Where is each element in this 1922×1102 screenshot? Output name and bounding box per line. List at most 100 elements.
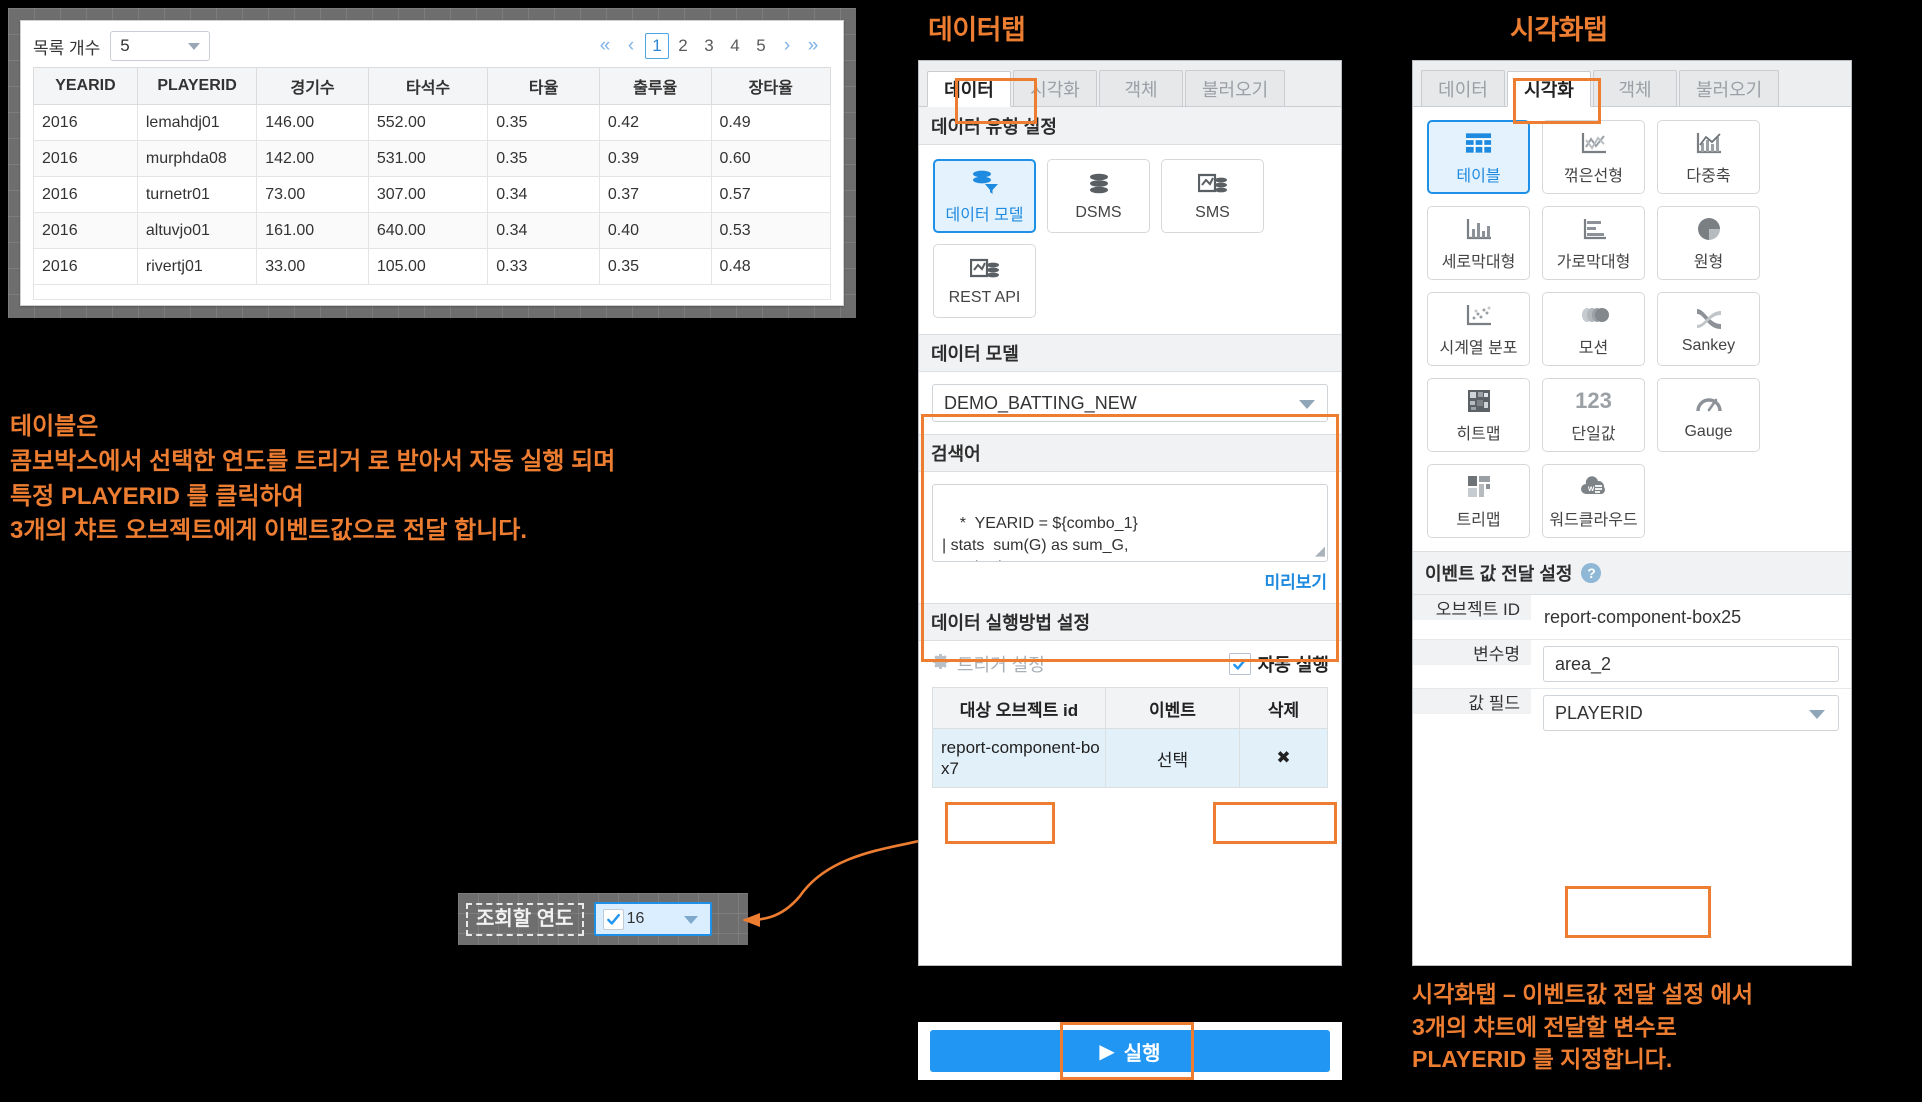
auto-run-toggle[interactable]: 자동 실행 (1228, 651, 1329, 677)
tile-single-value[interactable]: 123 단일값 (1542, 378, 1645, 452)
pie-chart-icon (1696, 215, 1722, 243)
trigger-settings-label: 트리거 설정 (957, 655, 1045, 675)
tile-line-chart[interactable]: 꺾은선형 (1542, 120, 1645, 194)
column-header-obp[interactable]: 출루율 (598, 67, 712, 105)
cell-obp: 0.37 (598, 176, 712, 213)
tile-heatmap[interactable]: 히트맵 (1427, 378, 1530, 452)
column-header-yearid[interactable]: YEARID (33, 67, 138, 105)
pager-page-2[interactable]: 2 (671, 33, 695, 59)
cell-games: 142.00 (256, 140, 369, 177)
field-value-variable-name-wrap: area_2 (1531, 640, 1851, 688)
list-count-label: 목록 개수 (33, 38, 101, 58)
tile-multi-axis[interactable]: 다중축 (1657, 120, 1760, 194)
checkmark-icon (602, 908, 624, 930)
tile-wordcloud[interactable]: w 워드클라우드 (1542, 464, 1645, 538)
tile-bar-chart[interactable]: 가로막대형 (1542, 206, 1645, 280)
help-icon[interactable]: ? (1581, 563, 1602, 583)
cell-yearid: 2016 (33, 212, 138, 249)
preview-link[interactable]: 미리보기 (919, 568, 1341, 603)
pager-first-button[interactable]: « (593, 33, 617, 59)
tile-motion[interactable]: 모션 (1542, 292, 1645, 366)
table-header-row: YEARID PLAYERID 경기수 타석수 타율 출루율 장타율 (33, 67, 832, 105)
query-section-header: 검색어 (919, 434, 1341, 472)
cell-playerid[interactable]: murphda08 (136, 140, 258, 177)
gear-icon (931, 652, 950, 676)
pager-next-button[interactable]: › (775, 33, 799, 59)
tile-dsms[interactable]: DSMS (1047, 159, 1150, 233)
trigger-cell-event[interactable]: 선택 (1104, 728, 1241, 788)
tile-line-chart-label: 꺾은선형 (1564, 167, 1623, 185)
cell-obp: 0.35 (598, 248, 712, 285)
pager-page-4[interactable]: 4 (723, 33, 747, 59)
viz-tab-object[interactable]: 객체 (1593, 70, 1677, 106)
table-row[interactable]: 2016 murphda08 142.00 531.00 0.35 0.39 0… (33, 140, 832, 177)
tab-data[interactable]: 데이터 (927, 71, 1011, 107)
cell-avg: 0.34 (487, 176, 600, 213)
trigger-settings-button[interactable]: 트리거 설정 (931, 651, 1045, 677)
trigger-delete-button[interactable]: ✖ (1239, 728, 1328, 788)
column-header-slg[interactable]: 장타율 (710, 67, 832, 105)
pager-last-button[interactable]: » (801, 33, 825, 59)
variable-name-input[interactable]: area_2 (1543, 646, 1839, 682)
column-header-games[interactable]: 경기수 (256, 67, 369, 105)
tile-pie-chart[interactable]: 원형 (1657, 206, 1760, 280)
data-model-select[interactable]: DEMO_BATTING_NEW (932, 384, 1328, 422)
auto-run-label: 자동 실행 (1257, 655, 1329, 675)
chart-type-tiles: 테이블 꺾은선형 다중축 세로막대형 가로막대형 원형 시계열 분포 모션 Sa… (1413, 107, 1851, 551)
visualization-tab-panel: 데이터 시각화 객체 불러오기 테이블 꺾은선형 다중축 세로막대형 가로막대형… (1412, 60, 1852, 966)
viz-tab-data[interactable]: 데이터 (1421, 70, 1505, 106)
tile-sankey-label: Sankey (1681, 336, 1736, 354)
tab-import[interactable]: 불러오기 (1185, 70, 1286, 106)
trigger-table-header-row: 대상 오브젝트 id 이벤트 삭제 (932, 687, 1328, 729)
cell-slg: 0.53 (710, 212, 832, 249)
pager-page-5[interactable]: 5 (749, 33, 773, 59)
tile-treemap[interactable]: 트리맵 (1427, 464, 1530, 538)
line-chart-icon (1580, 129, 1608, 157)
tab-object[interactable]: 객체 (1099, 70, 1183, 106)
viz-tab-visualization[interactable]: 시각화 (1507, 71, 1591, 107)
tab-visualization-label: 시각화 (1030, 79, 1080, 100)
tile-table[interactable]: 테이블 (1427, 120, 1530, 194)
table-row[interactable]: 2016 altuvjo01 161.00 640.00 0.34 0.40 0… (33, 212, 832, 249)
value-field-select[interactable]: PLAYERID (1543, 695, 1839, 731)
tile-data-model[interactable]: 데이터 모델 (933, 159, 1036, 233)
field-row-variable-name: 변수명 area_2 (1413, 640, 1851, 689)
tile-rest-api-label: REST API (948, 288, 1021, 306)
trigger-cell-object-id: report-component-box7 (932, 728, 1106, 788)
sankey-icon (1695, 304, 1723, 332)
column-header-playerid[interactable]: PLAYERID (136, 67, 258, 105)
list-count-select[interactable]: 5 (110, 31, 211, 61)
tile-column-chart-label: 세로막대형 (1441, 253, 1516, 271)
cell-avg: 0.33 (487, 248, 600, 285)
pager-prev-button[interactable]: ‹ (619, 33, 643, 59)
viz-tab-import[interactable]: 불러오기 (1679, 70, 1780, 106)
tab-visualization[interactable]: 시각화 (1013, 70, 1097, 106)
tile-rest-api[interactable]: REST API (933, 244, 1036, 318)
column-header-avg[interactable]: 타율 (487, 67, 600, 105)
tile-sms[interactable]: SMS (1161, 159, 1264, 233)
table-row[interactable]: 2016 lemahdj01 146.00 552.00 0.35 0.42 0… (33, 104, 832, 141)
batting-data-table: YEARID PLAYERID 경기수 타석수 타율 출루율 장타율 2016 … (33, 67, 832, 285)
data-model-icon (971, 168, 999, 196)
tile-sankey[interactable]: Sankey (1657, 292, 1760, 366)
tile-column-chart[interactable]: 세로막대형 (1427, 206, 1530, 280)
trigger-target-table: 대상 오브젝트 id 이벤트 삭제 report-component-box7 … (932, 687, 1328, 788)
cell-playerid[interactable]: turnetr01 (136, 176, 258, 213)
column-header-atbats[interactable]: 타석수 (367, 67, 489, 105)
cell-playerid[interactable]: lemahdj01 (136, 104, 258, 141)
tile-gauge[interactable]: Gauge (1657, 378, 1760, 452)
pager-page-1[interactable]: 1 (645, 33, 669, 59)
pager-page-3[interactable]: 3 (697, 33, 721, 59)
viz-tab-visualization-label: 시각화 (1524, 80, 1574, 100)
tile-dsms-label: DSMS (1075, 203, 1122, 221)
resize-handle-icon[interactable]: ◢ (1315, 542, 1325, 560)
cell-playerid[interactable]: altuvjo01 (136, 212, 258, 249)
query-textarea[interactable]: * YEARID = ${combo_1} | stats sum(G) as … (932, 484, 1328, 562)
run-button[interactable]: ▶ 실행 (930, 1030, 1330, 1072)
data-tab-panel: 데이터 시각화 객체 불러오기 데이터 유형 설정 데이터 모델 DSMS SM… (918, 60, 1342, 966)
table-row[interactable]: 2016 turnetr01 73.00 307.00 0.34 0.37 0.… (33, 176, 832, 213)
cell-playerid[interactable]: rivertj01 (136, 248, 258, 285)
tile-scatter[interactable]: 시계열 분포 (1427, 292, 1530, 366)
cell-yearid: 2016 (33, 248, 138, 285)
table-row[interactable]: 2016 rivertj01 33.00 105.00 0.33 0.35 0.… (33, 248, 832, 285)
